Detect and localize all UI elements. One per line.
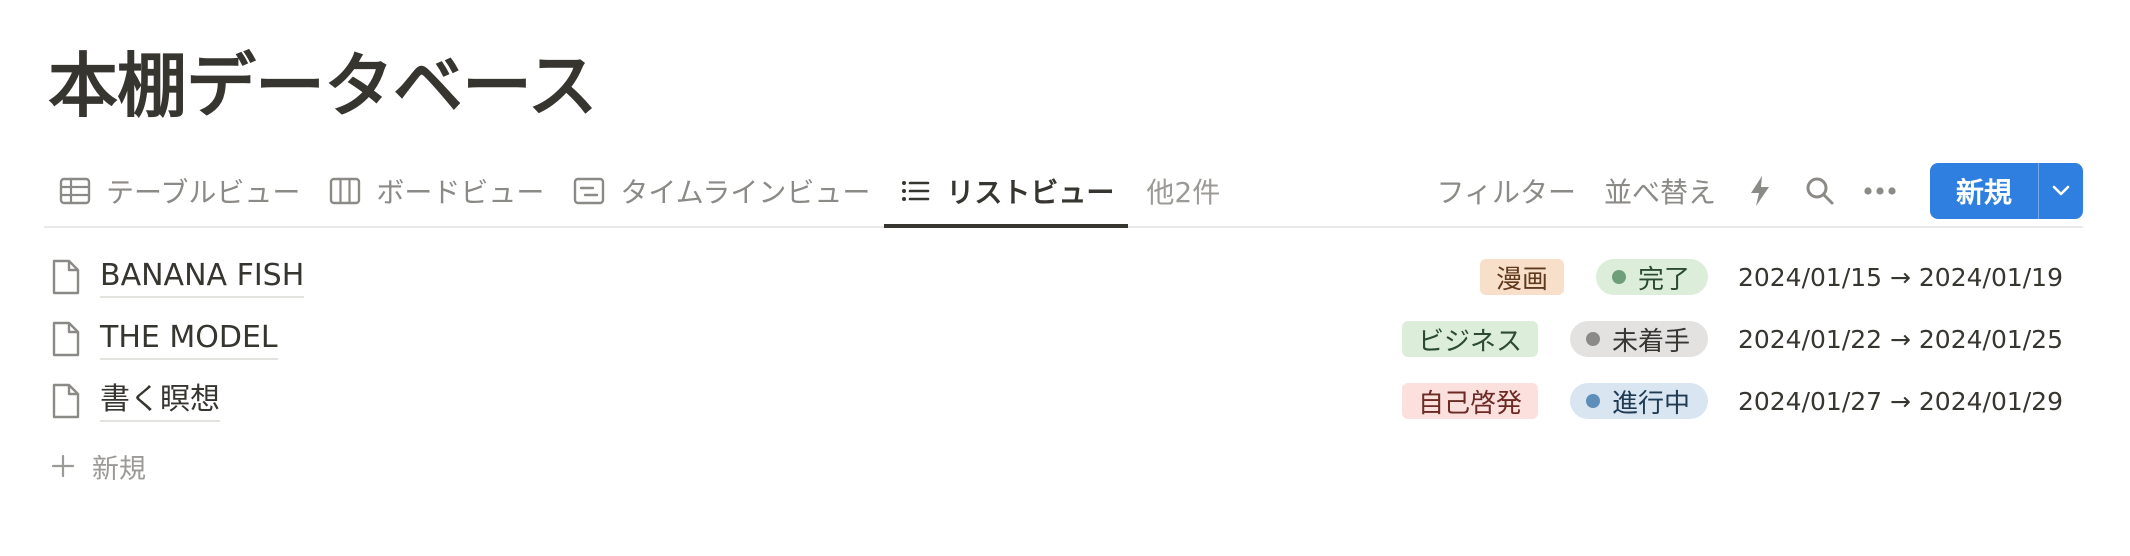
page-title: 本棚データベース: [48, 45, 597, 127]
category-tag: 自己啓発: [1401, 383, 1538, 419]
view-tabs: テーブルビュー ボードビュー タイムラインビュー リストビュー 他2件: [44, 156, 1234, 228]
item-title[interactable]: 書く瞑想: [100, 380, 220, 422]
date-range: 2024/01/22 → 2024/01/25: [1737, 324, 2063, 354]
tab-board-view[interactable]: ボードビュー: [314, 156, 558, 226]
status-dot: [1585, 394, 1600, 408]
add-new-row-button[interactable]: 新規: [48, 444, 146, 488]
new-button-group: 新規: [1929, 163, 2083, 219]
tab-label: タイムラインビュー: [620, 176, 871, 209]
tab-table-view[interactable]: テーブルビュー: [44, 156, 314, 226]
database-page: 本棚データベース テーブルビュー ボードビュー タイムラインビュー リストビュー…: [0, 0, 2130, 556]
lightning-icon[interactable]: [1736, 167, 1784, 215]
item-properties: 自己啓発 進行中 2024/01/27 → 2024/01/29: [1401, 370, 2063, 432]
add-new-label: 新規: [92, 453, 146, 485]
chevron-down-icon: [2051, 182, 2071, 201]
category-tag: 漫画: [1479, 259, 1564, 295]
status-badge: 進行中: [1569, 383, 1708, 419]
item-properties: 漫画 完了 2024/01/15 → 2024/01/19: [1479, 246, 2063, 308]
list-item[interactable]: 書く瞑想 自己啓発 進行中 2024/01/27 → 2024/01/29: [44, 370, 2083, 432]
new-dropdown-button[interactable]: [2039, 163, 2083, 219]
page-icon: [48, 257, 84, 297]
date-range: 2024/01/27 → 2024/01/29: [1737, 386, 2063, 416]
list-item[interactable]: BANANA FISH 漫画 完了 2024/01/15 → 2024/01/1…: [44, 246, 2083, 308]
status-label: 完了: [1637, 264, 1690, 295]
list-icon: [898, 174, 932, 208]
page-icon: [48, 319, 84, 359]
tab-label: ボードビュー: [376, 176, 545, 209]
view-toolbar: テーブルビュー ボードビュー タイムラインビュー リストビュー 他2件 フィルタ…: [44, 156, 2083, 228]
category-tag: ビジネス: [1401, 321, 1538, 357]
tab-timeline-view[interactable]: タイムラインビュー: [558, 156, 884, 226]
board-icon: [328, 174, 362, 208]
filter-button[interactable]: フィルター: [1423, 171, 1590, 211]
item-title[interactable]: THE MODEL: [100, 318, 278, 360]
status-badge: 未着手: [1569, 321, 1708, 357]
new-button[interactable]: 新規: [1930, 163, 2039, 219]
plus-icon: [48, 451, 78, 481]
sort-button[interactable]: 並べ替え: [1590, 171, 1730, 211]
status-badge: 完了: [1595, 259, 1708, 295]
list-item[interactable]: THE MODEL ビジネス 未着手 2024/01/22 → 2024/01/…: [44, 308, 2083, 370]
search-icon[interactable]: [1796, 167, 1844, 215]
timeline-icon: [572, 174, 606, 208]
table-icon: [58, 174, 92, 208]
date-range: 2024/01/15 → 2024/01/19: [1737, 262, 2063, 292]
book-list: BANANA FISH 漫画 完了 2024/01/15 → 2024/01/1…: [44, 246, 2083, 432]
ellipsis-icon[interactable]: [1856, 167, 1904, 215]
tab-label: テーブルビュー: [106, 176, 301, 209]
status-label: 未着手: [1611, 326, 1690, 357]
item-title[interactable]: BANANA FISH: [100, 256, 305, 298]
tab-label: リストビュー: [946, 176, 1115, 209]
status-dot: [1585, 332, 1600, 346]
more-views-button[interactable]: 他2件: [1128, 156, 1234, 226]
status-label: 進行中: [1611, 388, 1690, 419]
status-dot: [1611, 270, 1626, 284]
view-actions: フィルター 並べ替え 新規: [1423, 156, 2083, 226]
page-icon: [48, 381, 84, 421]
tab-list-view[interactable]: リストビュー: [884, 156, 1129, 228]
item-properties: ビジネス 未着手 2024/01/22 → 2024/01/25: [1401, 308, 2063, 370]
